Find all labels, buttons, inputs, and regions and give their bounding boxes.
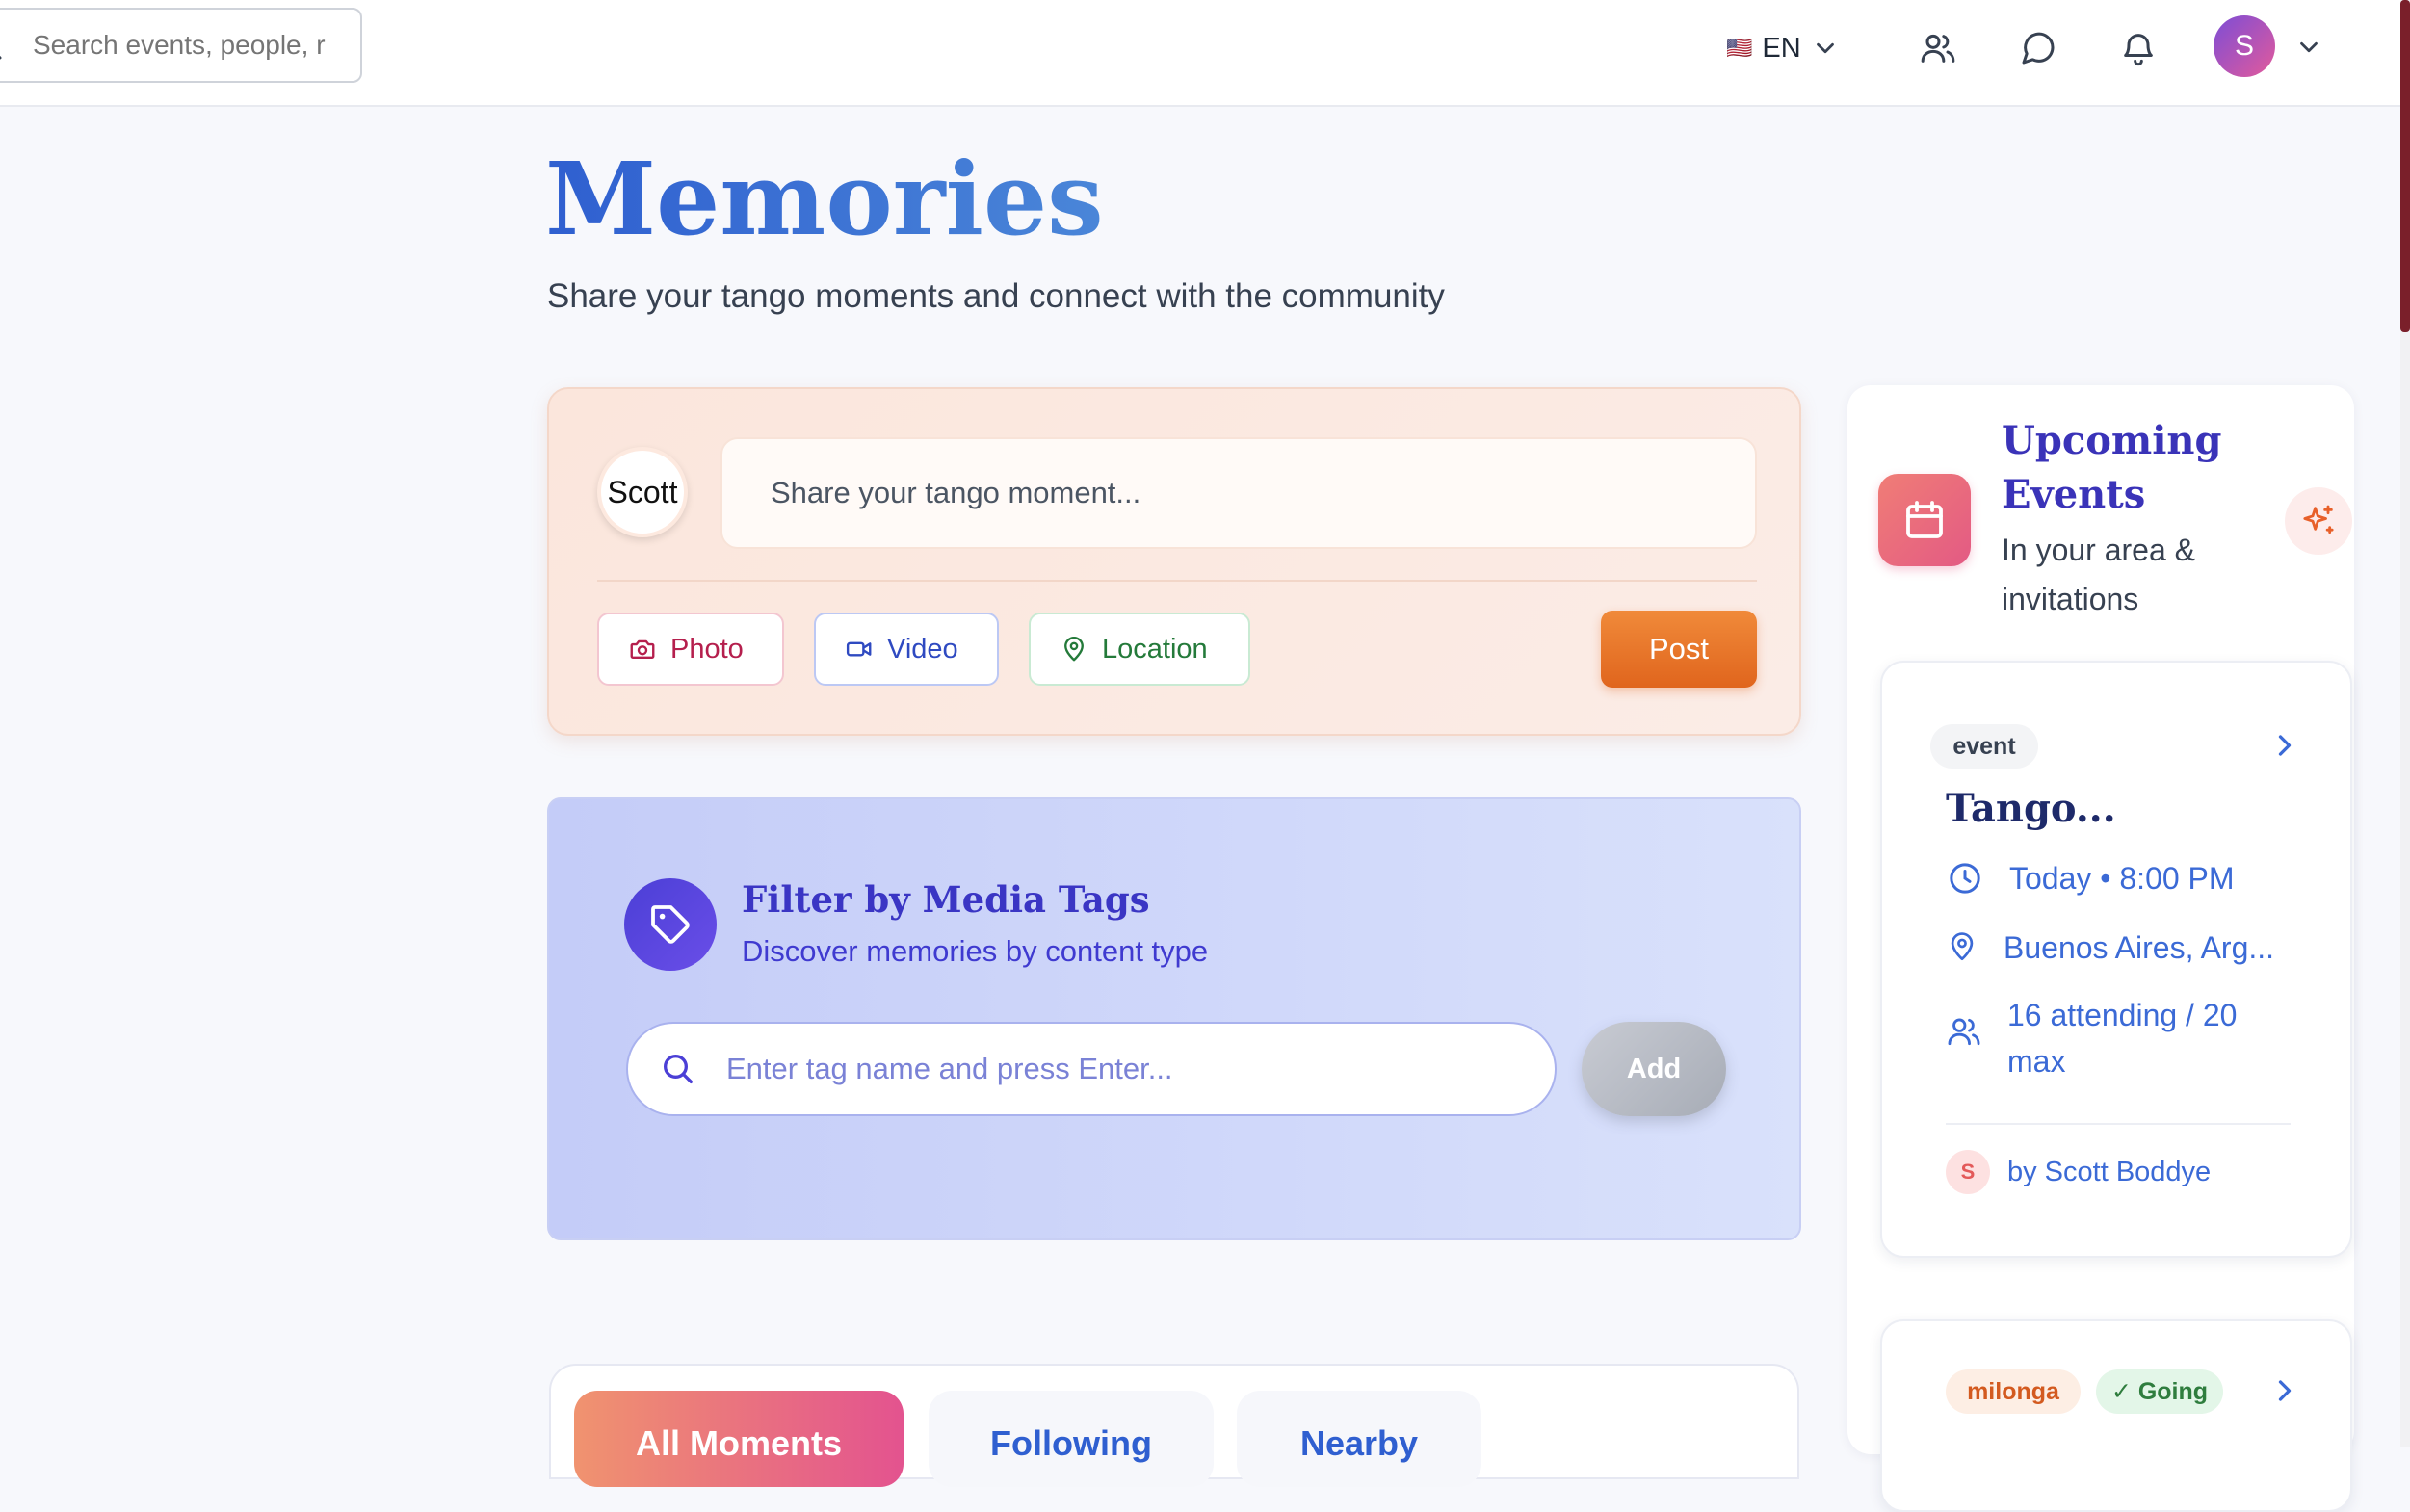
rsvp-status-badge: ✓ Going bbox=[2096, 1369, 2223, 1414]
event-type-chip: event bbox=[1930, 724, 2038, 769]
event-location-text: Buenos Aires, Arg... bbox=[2004, 930, 2275, 965]
event-type-label: milonga bbox=[1967, 1377, 2059, 1405]
page-title: Memories bbox=[545, 140, 1104, 258]
us-flag-icon: 🇺🇸 bbox=[1726, 36, 1753, 60]
tag-filter-title: Filter by Media Tags bbox=[742, 878, 1150, 921]
event-attendance: 16 attending / 20 max bbox=[1946, 992, 2292, 1084]
clock-icon bbox=[1950, 863, 1980, 894]
event-card[interactable]: event Tango... Today • 8:00 PM Buenos Ai… bbox=[1880, 661, 2352, 1258]
avatar-alt-text: Scott bbox=[607, 474, 678, 509]
search-icon bbox=[664, 1055, 693, 1083]
users-icon bbox=[1948, 1018, 1980, 1046]
add-photo-button[interactable]: Photo bbox=[597, 613, 784, 686]
messages-icon[interactable] bbox=[2019, 29, 2057, 67]
user-avatar[interactable]: S bbox=[2214, 15, 2275, 77]
chevron-down-icon[interactable] bbox=[2294, 33, 2323, 62]
event-time-text: Today • 8:00 PM bbox=[2009, 861, 2235, 896]
event-attendance-text: 16 attending / 20 max bbox=[2007, 998, 2238, 1079]
user-avatar-initial: S bbox=[2234, 30, 2254, 62]
event-type-label: event bbox=[1952, 732, 2016, 760]
add-tag-label: Add bbox=[1626, 1053, 1682, 1084]
organizer-avatar: S bbox=[1946, 1150, 1990, 1194]
add-photo-label: Photo bbox=[670, 633, 744, 665]
media-tag-filter: Filter by Media Tags Discover memories b… bbox=[547, 797, 1801, 1240]
search-icon bbox=[0, 55, 2, 60]
composer-text-field[interactable]: Share your tango moment... bbox=[720, 437, 1757, 549]
friends-icon[interactable] bbox=[1919, 29, 1957, 67]
sparkles-icon bbox=[2303, 505, 2334, 534]
add-tag-button[interactable]: Add bbox=[1582, 1022, 1726, 1116]
top-navigation-bar: 🇺🇸 EN S bbox=[0, 0, 2410, 107]
tab-label: Nearby bbox=[1299, 1423, 1419, 1463]
tag-input[interactable] bbox=[724, 1051, 1518, 1087]
divider bbox=[597, 580, 1757, 582]
page-subtitle: Share your tango moments and connect wit… bbox=[547, 277, 1445, 315]
add-video-label: Video bbox=[887, 633, 958, 665]
video-camera-icon bbox=[846, 641, 872, 657]
add-video-button[interactable]: Video bbox=[814, 613, 999, 686]
tab-nearby[interactable]: Nearby bbox=[1237, 1391, 1481, 1487]
scrollbar-thumb[interactable] bbox=[2400, 0, 2410, 332]
tag-filter-subtitle: Discover memories by content type bbox=[742, 934, 1209, 968]
composer-avatar: Scott bbox=[597, 447, 688, 537]
scrollbar-track[interactable] bbox=[2400, 0, 2410, 1447]
post-button[interactable]: Post bbox=[1601, 611, 1757, 688]
organizer-initial: S bbox=[1960, 1160, 1976, 1184]
post-button-label: Post bbox=[1648, 632, 1710, 665]
feed-tabs: All Moments Following Nearby bbox=[549, 1364, 1799, 1487]
global-search-input[interactable] bbox=[31, 29, 353, 62]
map-pin-icon bbox=[1064, 636, 1084, 662]
upcoming-events-subtitle: In your area & invitations bbox=[2002, 533, 2195, 617]
event-location: Buenos Aires, Arg... bbox=[1946, 925, 2274, 971]
language-label: EN bbox=[1762, 32, 1801, 64]
chevron-right-icon[interactable] bbox=[2267, 728, 2302, 763]
chevron-right-icon[interactable] bbox=[2267, 1373, 2302, 1408]
event-time: Today • 8:00 PM bbox=[1946, 855, 2235, 901]
tag-icon bbox=[651, 905, 690, 944]
event-type-chip: milonga bbox=[1946, 1369, 2081, 1414]
chevron-down-icon bbox=[1816, 42, 1834, 54]
event-organizer: S by Scott Boddye bbox=[1946, 1150, 2211, 1194]
divider bbox=[1946, 1123, 2291, 1125]
calendar-icon bbox=[1906, 501, 1943, 538]
composer-placeholder: Share your tango moment... bbox=[771, 476, 1141, 509]
upcoming-events-panel: Upcoming Events In your area & invitatio… bbox=[1847, 385, 2354, 1512]
tab-label: Following bbox=[990, 1423, 1152, 1463]
tab-all-moments[interactable]: All Moments bbox=[574, 1391, 904, 1487]
add-location-label: Location bbox=[1102, 633, 1208, 665]
post-composer: Scott Share your tango moment... Photo V… bbox=[547, 387, 1801, 736]
event-title: Tango... bbox=[1946, 786, 2116, 831]
language-selector[interactable]: 🇺🇸 EN bbox=[1726, 27, 1840, 69]
camera-icon bbox=[630, 639, 655, 659]
global-search[interactable] bbox=[0, 8, 362, 83]
add-location-button[interactable]: Location bbox=[1029, 613, 1250, 686]
ai-suggestions-button[interactable] bbox=[2285, 487, 2352, 555]
bell-icon[interactable] bbox=[2119, 29, 2158, 67]
events-badge bbox=[1878, 474, 1971, 566]
organizer-name: by Scott Boddye bbox=[2007, 1156, 2212, 1187]
rsvp-status-label: ✓ Going bbox=[2110, 1378, 2209, 1405]
tab-label: All Moments bbox=[635, 1423, 842, 1463]
map-pin-icon bbox=[1951, 932, 1974, 961]
event-card[interactable]: milonga ✓ Going bbox=[1880, 1319, 2352, 1512]
tag-search-field[interactable] bbox=[626, 1022, 1557, 1116]
tab-following[interactable]: Following bbox=[929, 1391, 1214, 1487]
tag-badge bbox=[624, 878, 717, 971]
